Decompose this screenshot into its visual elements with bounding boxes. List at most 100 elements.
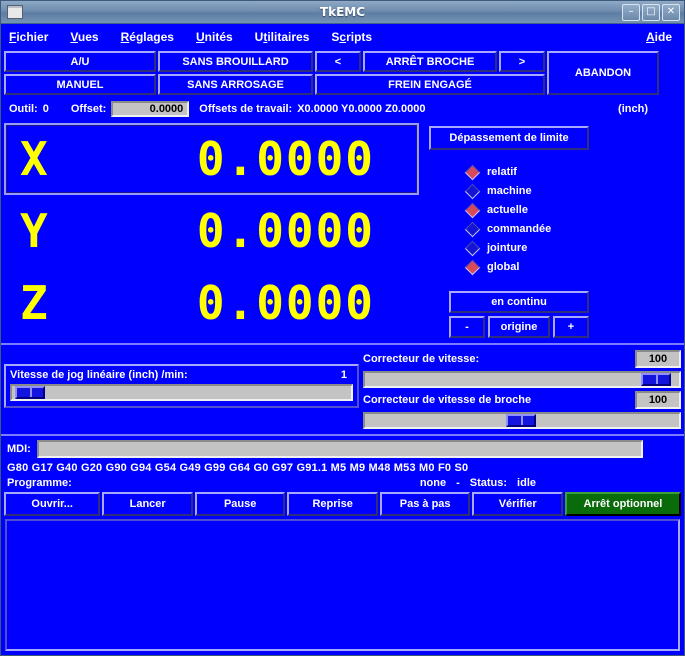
jog-plus-button[interactable]: + bbox=[553, 316, 589, 338]
coordinate-radio-group: relatif machine actuelle commandée joint… bbox=[429, 164, 681, 275]
jog-speed-label-row: Vitesse de jog linéaire (inch) /min: 1 bbox=[10, 369, 353, 381]
dro-row-y[interactable]: Y 0.0000 bbox=[4, 195, 419, 267]
program-separator: - bbox=[456, 477, 460, 489]
spindle-column: < ARRÊT BROCHE > FREIN ENGAGÉ bbox=[315, 51, 545, 95]
jog-minus-button[interactable]: - bbox=[449, 316, 485, 338]
program-label: Programme: bbox=[7, 477, 72, 489]
program-text-panel[interactable] bbox=[5, 519, 680, 651]
spindle-override-slider-thumb[interactable] bbox=[506, 414, 537, 427]
menu-aide[interactable]: Aide bbox=[646, 30, 672, 44]
dro-value-y: 0.0000 bbox=[196, 204, 375, 258]
spindle-row: < ARRÊT BROCHE > bbox=[315, 51, 545, 72]
work-offsets-label: Offsets de travail: bbox=[199, 103, 293, 115]
program-status-value: idle bbox=[517, 477, 536, 489]
dro-row-x[interactable]: X 0.0000 bbox=[4, 123, 419, 195]
program-file: none bbox=[419, 477, 447, 489]
abort-button[interactable]: ABANDON bbox=[547, 51, 659, 95]
spindle-override-slider[interactable] bbox=[363, 412, 681, 429]
spindle-increase-button[interactable]: > bbox=[499, 51, 545, 72]
menu-utilitaires[interactable]: Utilitaires bbox=[255, 30, 310, 44]
resume-button[interactable]: Reprise bbox=[287, 492, 378, 516]
radio-diamond-icon bbox=[464, 221, 481, 237]
sliders-section: Vitesse de jog linéaire (inch) /min: 1 C… bbox=[1, 343, 684, 431]
estop-mode-column: A/U MANUEL bbox=[4, 51, 156, 95]
dro-axis-label-y: Y bbox=[20, 204, 48, 258]
right-panel: Dépassement de limite relatif machine ac… bbox=[419, 123, 681, 339]
radio-label-actuelle: actuelle bbox=[487, 204, 528, 216]
spindle-decrease-button[interactable]: < bbox=[315, 51, 361, 72]
pause-button[interactable]: Pause bbox=[194, 492, 286, 516]
main-area: X 0.0000 Y 0.0000 Z 0.0000 Dépassement d… bbox=[1, 121, 684, 339]
window-icon[interactable] bbox=[7, 5, 23, 19]
radio-diamond-icon bbox=[464, 183, 481, 199]
jog-controls: en continu - origine + bbox=[429, 291, 681, 338]
flood-button[interactable]: SANS ARROSAGE bbox=[158, 74, 313, 95]
jog-speed-slider-thumb[interactable] bbox=[15, 386, 46, 399]
radio-relatif[interactable]: relatif bbox=[464, 164, 681, 180]
spindle-state-button[interactable]: ARRÊT BROCHE bbox=[363, 51, 497, 72]
verify-button[interactable]: Vérifier bbox=[472, 492, 563, 516]
tkemc-window: TkEMC – □ ✕ Fichier Vues Réglages Unités… bbox=[0, 0, 685, 656]
titlebar[interactable]: TkEMC – □ ✕ bbox=[1, 1, 684, 24]
spindle-override-label: Correcteur de vitesse de broche bbox=[363, 394, 532, 406]
estop-button[interactable]: A/U bbox=[4, 51, 156, 72]
menu-unites[interactable]: Unités bbox=[196, 30, 233, 44]
mdi-input[interactable] bbox=[36, 440, 643, 458]
run-button[interactable]: Lancer bbox=[102, 492, 193, 516]
jog-speed-panel: Vitesse de jog linéaire (inch) /min: 1 bbox=[4, 364, 359, 408]
tool-label: Outil: bbox=[9, 103, 38, 115]
program-button-row: Ouvrir... Lancer Pause Reprise Pas à pas… bbox=[1, 492, 684, 516]
radio-global[interactable]: global bbox=[464, 259, 681, 275]
status-row: Outil: 0 Offset: 0.0000 Offsets de trava… bbox=[1, 95, 684, 121]
radio-actuelle[interactable]: actuelle bbox=[464, 202, 681, 218]
radio-diamond-icon bbox=[464, 164, 481, 180]
dro-value-x: 0.0000 bbox=[196, 132, 375, 186]
radio-label-jointure: jointure bbox=[487, 242, 528, 254]
coolant-column: SANS BROUILLARD SANS ARROSAGE bbox=[158, 51, 313, 95]
spindle-override-value: 100 bbox=[635, 391, 681, 409]
jog-home-button[interactable]: origine bbox=[488, 316, 550, 338]
mdi-label: MDI: bbox=[7, 443, 31, 455]
active-gcodes: G80 G17 G40 G20 G90 G94 G54 G49 G99 G64 … bbox=[7, 462, 469, 474]
program-status-label: Status: bbox=[469, 477, 508, 489]
feed-override-value: 100 bbox=[635, 350, 681, 368]
menu-vues[interactable]: Vues bbox=[70, 30, 98, 44]
client-area: Fichier Vues Réglages Unités Utilitaires… bbox=[1, 24, 684, 655]
radio-label-machine: machine bbox=[487, 185, 532, 197]
minimize-icon[interactable]: – bbox=[622, 3, 640, 21]
jog-speed-slider[interactable] bbox=[10, 384, 353, 401]
radio-jointure[interactable]: jointure bbox=[464, 240, 681, 256]
radio-machine[interactable]: machine bbox=[464, 183, 681, 199]
jog-mode-button[interactable]: en continu bbox=[449, 291, 589, 313]
machine-mode-button[interactable]: MANUEL bbox=[4, 74, 156, 95]
jog-button-row: - origine + bbox=[449, 316, 681, 338]
maximize-icon[interactable]: □ bbox=[642, 3, 660, 21]
open-button[interactable]: Ouvrir... bbox=[4, 492, 101, 516]
step-button[interactable]: Pas à pas bbox=[379, 492, 471, 516]
limit-override-button[interactable]: Dépassement de limite bbox=[429, 126, 589, 150]
window-controls: – □ ✕ bbox=[622, 3, 680, 21]
close-icon[interactable]: ✕ bbox=[662, 3, 680, 21]
menu-reglages[interactable]: Réglages bbox=[121, 30, 174, 44]
mist-button[interactable]: SANS BROUILLARD bbox=[158, 51, 313, 72]
work-offsets-value: X0.0000 Y0.0000 Z0.0000 bbox=[297, 103, 426, 115]
mdi-row: MDI: bbox=[7, 440, 681, 458]
offset-value-field[interactable]: 0.0000 bbox=[111, 101, 190, 117]
optional-stop-button[interactable]: Arrêt optionnel bbox=[564, 492, 681, 516]
menu-scripts[interactable]: Scripts bbox=[331, 30, 372, 44]
radio-label-commandee: commandée bbox=[487, 223, 552, 235]
feed-override-slider[interactable] bbox=[363, 371, 681, 388]
feed-override-label-row: Correcteur de vitesse: 100 bbox=[363, 349, 681, 369]
radio-diamond-icon bbox=[464, 202, 481, 218]
feed-override-slider-thumb[interactable] bbox=[641, 373, 672, 386]
radio-diamond-icon bbox=[464, 240, 481, 256]
spindle-override-label-row: Correcteur de vitesse de broche 100 bbox=[363, 390, 681, 410]
menu-fichier[interactable]: Fichier bbox=[9, 30, 48, 44]
feed-override-label: Correcteur de vitesse: bbox=[363, 353, 480, 365]
dro-row-z[interactable]: Z 0.0000 bbox=[4, 267, 419, 339]
radio-commandee[interactable]: commandée bbox=[464, 221, 681, 237]
jog-speed-value: 1 bbox=[340, 369, 347, 381]
spindle-brake-button[interactable]: FREIN ENGAGÉ bbox=[315, 74, 545, 95]
radio-label-global: global bbox=[487, 261, 520, 273]
offset-label: Offset: bbox=[70, 103, 107, 115]
